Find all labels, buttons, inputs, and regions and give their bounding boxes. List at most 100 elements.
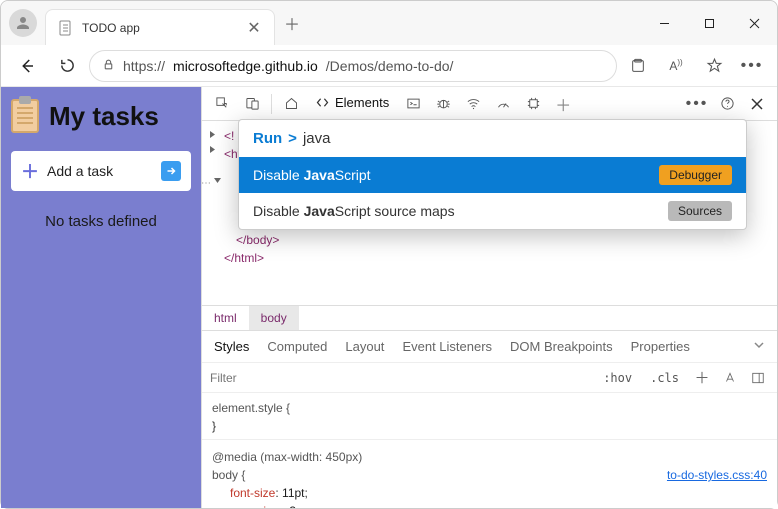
network-tab[interactable] [459,90,487,118]
window-maximize-button[interactable] [687,7,732,39]
command-run-label: Run [253,130,282,147]
css-prop-value: 11pt [282,486,304,500]
styles-pane: Styles Computed Layout Event Listeners D… [202,331,777,508]
console-icon [406,96,421,111]
devtools-toolbar: Elements ＋ ••• [202,87,777,121]
close-icon [749,18,760,29]
read-aloud-button[interactable]: A)) [659,49,693,83]
chevron-right-icon [208,145,217,154]
device-icon [245,96,260,111]
welcome-tab[interactable] [277,90,305,118]
wifi-icon [466,96,481,111]
css-media-query: @media (max-width: 450px) [212,450,362,464]
command-menu-input[interactable]: Run >java [239,120,746,157]
clipboard-icon [11,99,39,133]
add-tab-button[interactable]: ＋ [549,90,577,118]
devtools-close-button[interactable] [743,90,771,118]
minimize-icon [659,18,670,29]
browser-tab[interactable]: TODO app ✕ [45,9,275,45]
inspect-element-button[interactable] [208,90,236,118]
styles-pane-expand[interactable] [753,339,765,354]
address-bar: https://microsoftedge.github.io/Demos/de… [1,45,777,87]
new-style-rule-button[interactable]: ＋ [691,367,713,389]
expand-triangle[interactable] [213,172,222,190]
memory-tab[interactable] [519,90,547,118]
star-icon [706,57,723,74]
dom-line: </body> [236,233,279,247]
profile-avatar[interactable] [9,9,37,37]
arrow-left-icon [18,57,36,75]
page-heading: My tasks [49,101,159,132]
sources-tab[interactable] [429,90,457,118]
breadcrumb-body[interactable]: body [249,306,299,330]
devtools-help-button[interactable] [713,90,741,118]
empty-state-text: No tasks defined [11,213,191,230]
command-item-disable-javascript[interactable]: Disable JavaScript Debugger [239,157,746,193]
plus-icon: ＋ [21,158,39,184]
font-icon [723,371,737,385]
read-aloud-icon: A)) [669,58,682,73]
command-category-badge: Debugger [659,165,732,185]
performance-tab[interactable] [489,90,517,118]
font-editor-button[interactable] [719,367,741,389]
back-button[interactable] [9,48,45,84]
close-icon [751,98,763,110]
tab-close-button[interactable]: ✕ [246,20,262,36]
url-scheme: https:// [123,58,165,74]
device-toggle-button[interactable] [238,90,266,118]
submit-task-button[interactable] [161,161,181,181]
devtools-panel: Elements ＋ ••• <! <ht <script src="to-do… [201,87,777,508]
styles-tab[interactable]: Styles [214,339,249,354]
url-host: microsoftedge.github.io [173,58,318,74]
ellipsis-icon: ••• [686,95,709,113]
layout-tab[interactable]: Layout [345,339,384,354]
event-listeners-tab[interactable]: Event Listeners [402,339,492,354]
expand-triangle[interactable] [208,141,217,159]
window-minimize-button[interactable] [642,7,687,39]
favorite-button[interactable] [697,49,731,83]
hov-toggle[interactable]: :hov [597,369,638,387]
browser-tabstrip: TODO app ✕ ＋ [1,1,777,45]
console-tab[interactable] [399,90,427,118]
app-icon [630,58,646,74]
add-task-button[interactable]: ＋ Add a task [11,151,191,191]
command-query: java [303,130,331,147]
computed-sidebar-button[interactable] [747,367,769,389]
bug-icon [436,96,451,111]
css-source-link[interactable]: to-do-styles.css:40 [667,466,767,484]
add-task-label: Add a task [47,163,153,179]
styles-filter-input[interactable] [210,371,591,385]
css-prop-name: font-size [230,486,275,500]
breadcrumb-html[interactable]: html [202,306,249,330]
devtools-more-button[interactable]: ••• [683,90,711,118]
properties-tab[interactable]: Properties [631,339,690,354]
computed-tab[interactable]: Computed [267,339,327,354]
inspect-icon [215,96,230,111]
sidebar-icon [751,371,765,385]
help-icon [720,96,735,111]
dom-line: </html> [224,251,264,265]
chip-icon [526,96,541,111]
styles-rules[interactable]: element.style { } @media (max-width: 450… [202,393,777,508]
dom-marker: ⋯ [202,176,211,191]
window-close-button[interactable] [732,7,777,39]
maximize-icon [704,18,715,29]
app-mode-button[interactable] [621,49,655,83]
more-button[interactable]: ••• [735,49,769,83]
arrow-right-icon [165,165,177,177]
command-item-disable-sourcemaps[interactable]: Disable JavaScript source maps Sources [239,193,746,229]
code-icon [315,95,330,110]
dom-tree-lower[interactable]: </body> </html> [202,231,777,305]
elements-tab-label: Elements [335,95,389,110]
refresh-button[interactable] [49,48,85,84]
dom-line: <! [224,129,234,143]
cls-toggle[interactable]: .cls [644,369,685,387]
elements-tab[interactable]: Elements [307,87,397,121]
refresh-icon [59,57,76,74]
new-tab-button[interactable]: ＋ [277,8,307,38]
css-selector: body { [212,468,245,482]
command-menu: Run >java Disable JavaScript Debugger Di… [238,119,747,230]
dom-breakpoints-tab[interactable]: DOM Breakpoints [510,339,613,354]
plus-icon: ＋ [555,92,571,116]
url-input[interactable]: https://microsoftedge.github.io/Demos/de… [89,50,617,82]
